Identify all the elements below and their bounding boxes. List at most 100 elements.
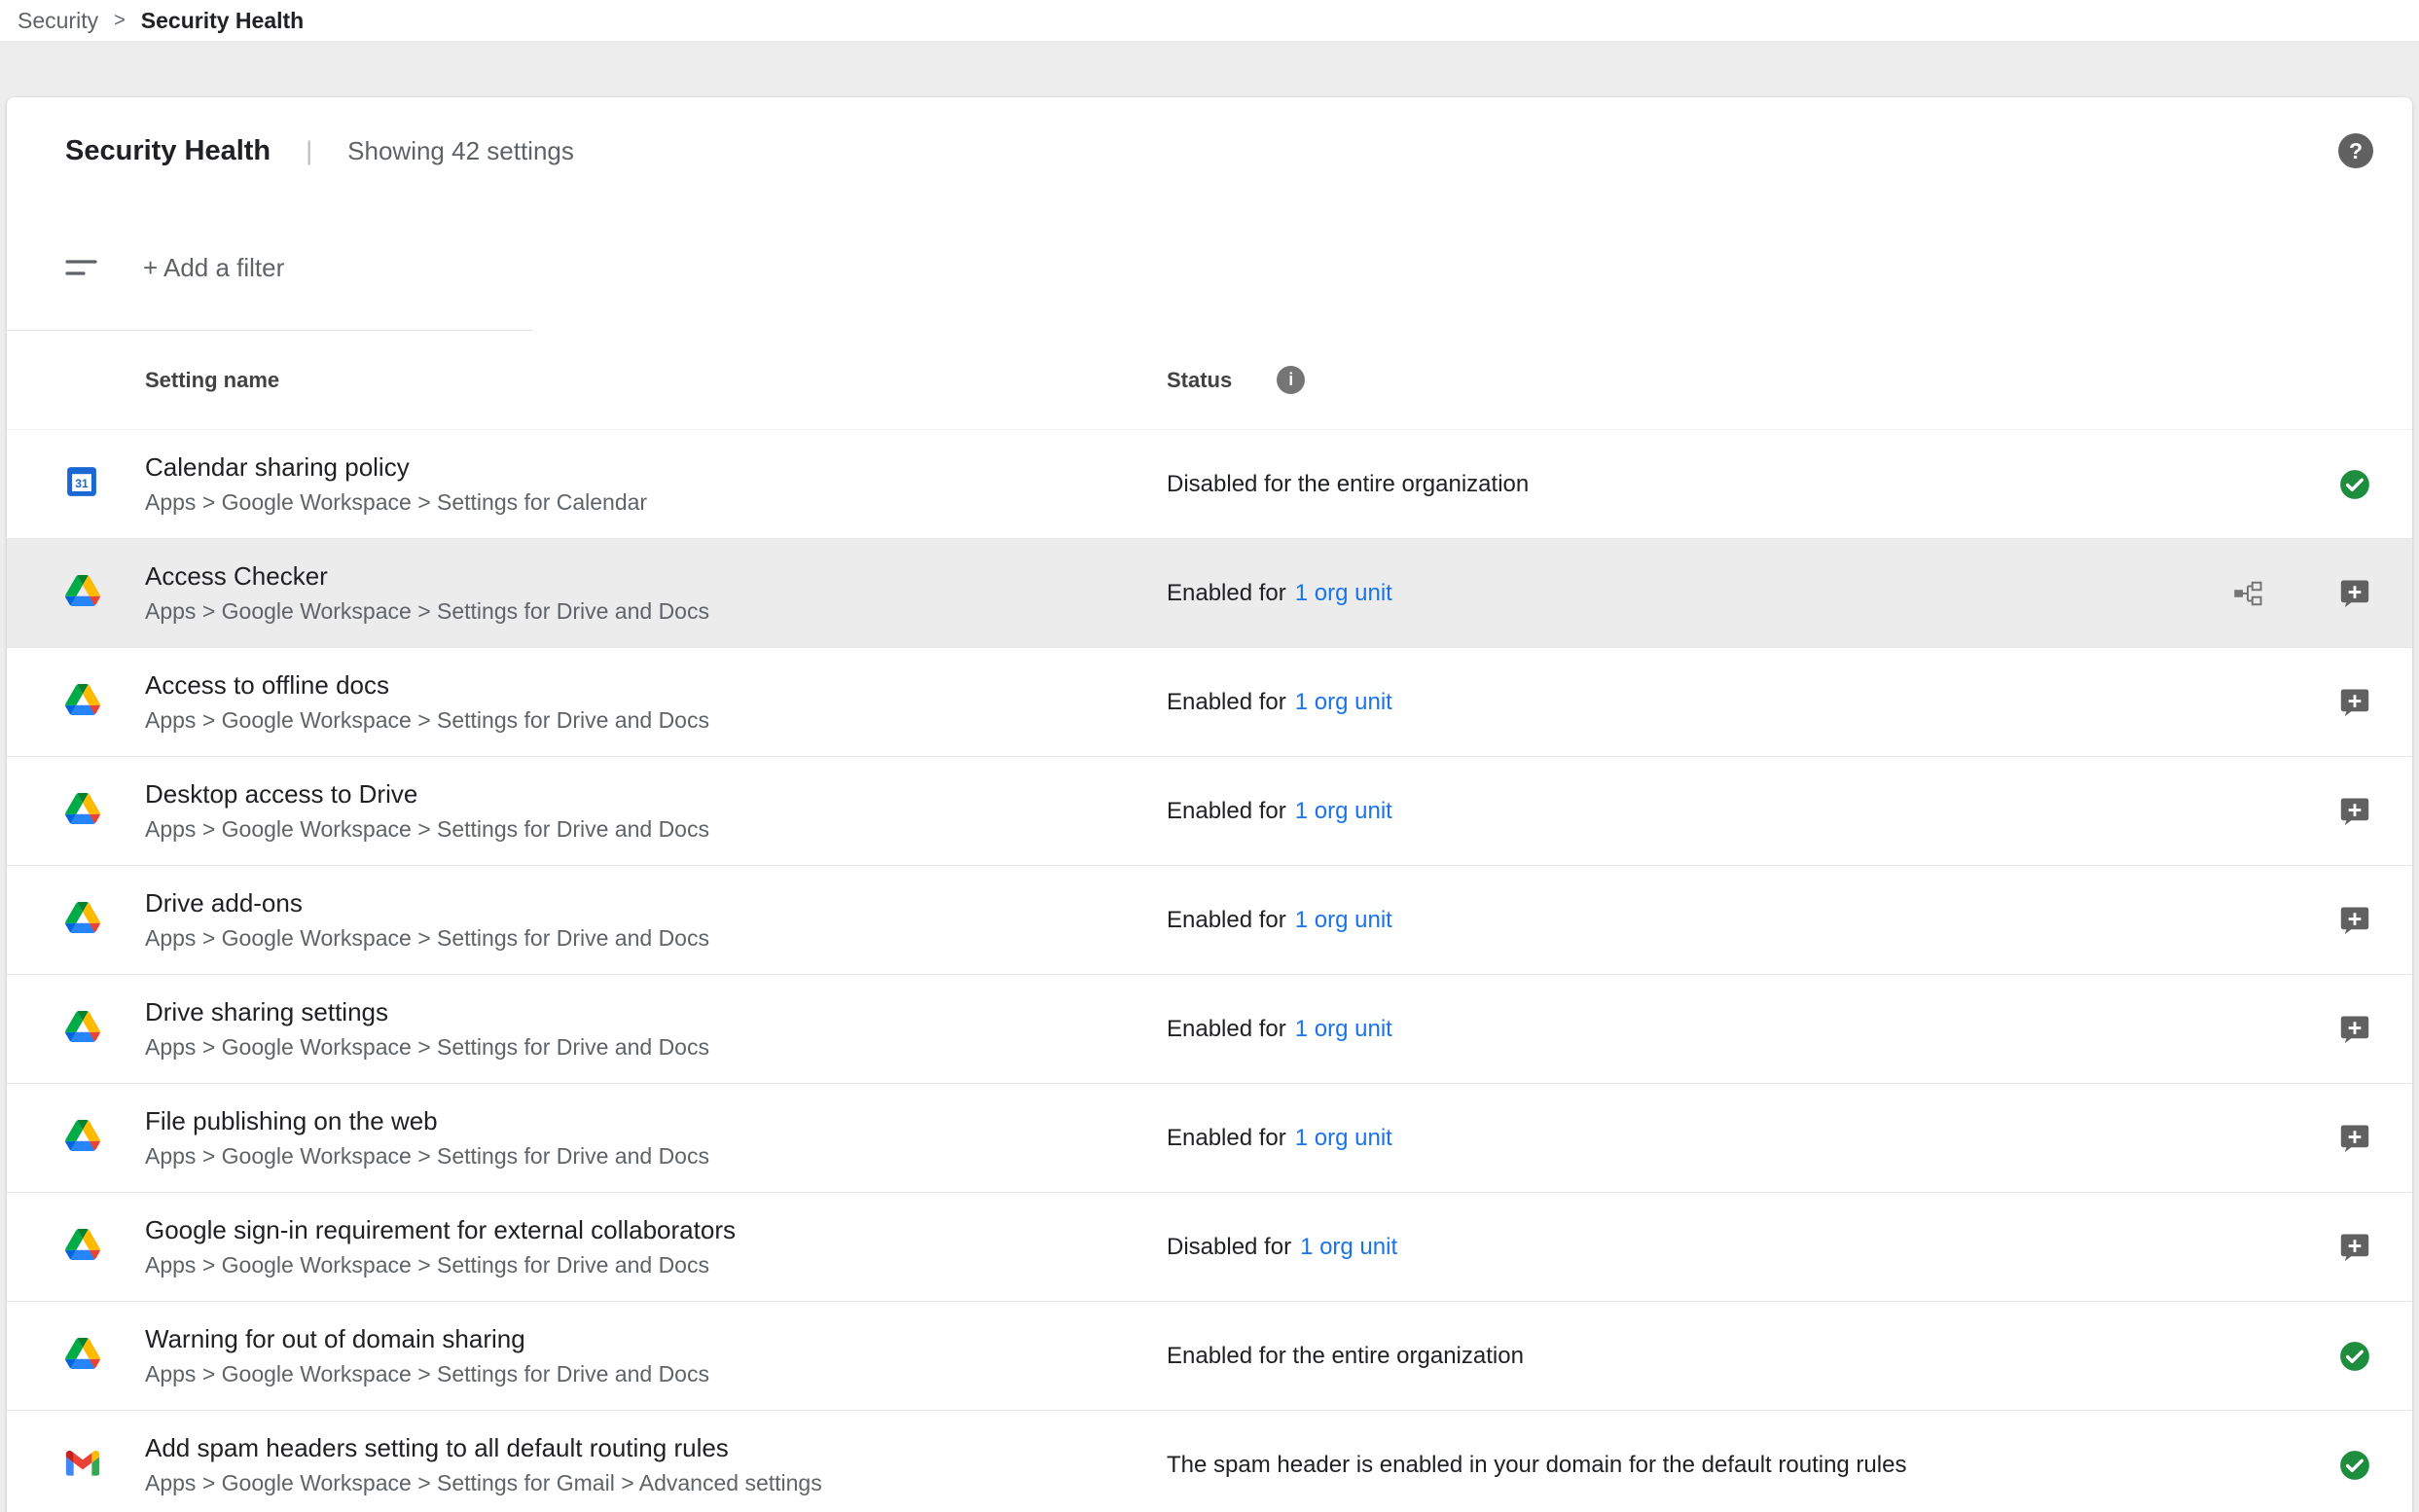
- setting-path: Apps > Google Workspace > Settings for D…: [145, 1252, 1167, 1278]
- setting-app-icon-cell: [7, 902, 145, 938]
- recommendation-icon[interactable]: [2338, 686, 2371, 719]
- trailing-icons: [2338, 1449, 2412, 1482]
- status-cell: Enabled for 1 org unit: [1167, 1016, 2338, 1043]
- table-row[interactable]: Drive sharing settings Apps > Google Wor…: [7, 975, 2412, 1084]
- breadcrumb-separator-icon: >: [114, 10, 126, 32]
- setting-path: Apps > Google Workspace > Settings for G…: [145, 1470, 1167, 1496]
- status-cell: Enabled for 1 org unit: [1167, 1125, 2338, 1152]
- status-cell: Enabled for 1 org unit: [1167, 689, 2338, 716]
- check-circle-icon: [2338, 468, 2371, 501]
- drive-icon: [65, 902, 100, 938]
- security-health-card: Security Health | Showing 42 settings ? …: [7, 97, 2412, 1512]
- setting-title: Warning for out of domain sharing: [145, 1324, 1167, 1354]
- setting-title: Desktop access to Drive: [145, 779, 1167, 810]
- status-text: Enabled for: [1167, 798, 1286, 825]
- status-cell: Enabled for the entire organization: [1167, 1343, 2338, 1370]
- setting-cell: Calendar sharing policy Apps > Google Wo…: [145, 452, 1167, 516]
- status-text: Enabled for: [1167, 580, 1286, 607]
- table-row[interactable]: Drive add-ons Apps > Google Workspace > …: [7, 866, 2412, 975]
- add-filter-button[interactable]: + Add a filter: [143, 253, 284, 283]
- trailing-icons: [2338, 468, 2412, 501]
- breadcrumb: Security > Security Health: [0, 0, 2419, 41]
- filter-divider: [7, 330, 532, 331]
- recommendation-icon[interactable]: [2338, 795, 2371, 828]
- setting-path: Apps > Google Workspace > Settings for D…: [145, 816, 1167, 843]
- setting-cell: Warning for out of domain sharing Apps >…: [145, 1324, 1167, 1387]
- recommendation-icon[interactable]: [2338, 1122, 2371, 1155]
- trailing-icons: [2338, 1340, 2412, 1373]
- setting-title: Access Checker: [145, 561, 1167, 592]
- drive-icon: [65, 1229, 100, 1265]
- setting-app-icon-cell: [7, 1448, 145, 1482]
- status-cell: Disabled for 1 org unit: [1167, 1234, 2338, 1261]
- trailing-icons: [2338, 1122, 2412, 1155]
- setting-cell: Desktop access to Drive Apps > Google Wo…: [145, 779, 1167, 843]
- setting-app-icon-cell: [7, 1338, 145, 1374]
- setting-cell: Drive sharing settings Apps > Google Wor…: [145, 997, 1167, 1061]
- recommendation-icon[interactable]: [2338, 577, 2371, 610]
- filter-bar: + Add a filter: [7, 204, 2412, 331]
- breadcrumb-security[interactable]: Security: [18, 8, 98, 34]
- org-unit-link[interactable]: 1 org unit: [1295, 580, 1392, 607]
- drive-icon: [65, 575, 100, 611]
- svg-text:31: 31: [75, 477, 89, 490]
- status-column-label: Status: [1167, 368, 1232, 393]
- org-unit-link[interactable]: 1 org unit: [1300, 1234, 1397, 1261]
- status-text: Enabled for: [1167, 689, 1286, 716]
- breadcrumb-security-health: Security Health: [141, 8, 304, 34]
- setting-title: Drive sharing settings: [145, 997, 1167, 1027]
- info-icon[interactable]: i: [1277, 366, 1305, 394]
- column-header-status: Status i: [1167, 366, 2412, 394]
- status-text: Enabled for: [1167, 907, 1286, 934]
- org-unit-link[interactable]: 1 org unit: [1295, 1016, 1392, 1043]
- setting-cell: Access to offline docs Apps > Google Wor…: [145, 670, 1167, 734]
- table-row[interactable]: Access Checker Apps > Google Workspace >…: [7, 539, 2412, 648]
- gmail-icon: [65, 1448, 100, 1482]
- setting-app-icon-cell: 31: [7, 465, 145, 503]
- status-cell: The spam header is enabled in your domai…: [1167, 1452, 2338, 1479]
- org-unit-link[interactable]: 1 org unit: [1295, 798, 1392, 825]
- page-title: Security Health: [65, 135, 271, 167]
- drive-icon: [65, 1120, 100, 1156]
- org-unit-link[interactable]: 1 org unit: [1295, 689, 1392, 716]
- trailing-icons: [2338, 904, 2412, 937]
- column-header-setting-name: Setting name: [145, 368, 1167, 393]
- setting-title: File publishing on the web: [145, 1106, 1167, 1136]
- status-text: Disabled for: [1167, 1234, 1291, 1261]
- trailing-icons: [2338, 1013, 2412, 1046]
- setting-title: Drive add-ons: [145, 888, 1167, 918]
- status-text: Enabled for: [1167, 1016, 1286, 1043]
- setting-path: Apps > Google Workspace > Settings for D…: [145, 1034, 1167, 1061]
- recommendation-icon[interactable]: [2338, 1231, 2371, 1264]
- table-row[interactable]: Warning for out of domain sharing Apps >…: [7, 1302, 2412, 1411]
- setting-path: Apps > Google Workspace > Settings for D…: [145, 1361, 1167, 1387]
- trailing-icons: [2338, 1231, 2412, 1264]
- recommendation-icon[interactable]: [2338, 1013, 2371, 1046]
- setting-cell: Google sign-in requirement for external …: [145, 1215, 1167, 1278]
- setting-app-icon-cell: [7, 575, 145, 611]
- setting-path: Apps > Google Workspace > Settings for D…: [145, 707, 1167, 734]
- setting-path: Apps > Google Workspace > Settings for D…: [145, 1143, 1167, 1170]
- setting-cell: Access Checker Apps > Google Workspace >…: [145, 561, 1167, 625]
- setting-app-icon-cell: [7, 1011, 145, 1047]
- status-text: Enabled for: [1167, 1125, 1286, 1152]
- table-row[interactable]: Add spam headers setting to all default …: [7, 1411, 2412, 1512]
- check-circle-icon: [2338, 1340, 2371, 1373]
- setting-cell: Drive add-ons Apps > Google Workspace > …: [145, 888, 1167, 952]
- filter-icon[interactable]: [65, 257, 98, 278]
- table-row[interactable]: Access to offline docs Apps > Google Wor…: [7, 648, 2412, 757]
- table-row[interactable]: File publishing on the web Apps > Google…: [7, 1084, 2412, 1193]
- setting-cell: Add spam headers setting to all default …: [145, 1433, 1167, 1496]
- org-unit-link[interactable]: 1 org unit: [1295, 907, 1392, 934]
- setting-title: Google sign-in requirement for external …: [145, 1215, 1167, 1245]
- table-row[interactable]: 31 Calendar sharing policy Apps > Google…: [7, 430, 2412, 539]
- help-icon[interactable]: ?: [2338, 133, 2373, 168]
- setting-app-icon-cell: [7, 1229, 145, 1265]
- recommendation-icon[interactable]: [2338, 904, 2371, 937]
- table-header: Setting name Status i: [7, 331, 2412, 430]
- trailing-icons: [2338, 686, 2412, 719]
- status-cell: Enabled for 1 org unit: [1167, 580, 2233, 607]
- org-unit-link[interactable]: 1 org unit: [1295, 1125, 1392, 1152]
- table-row[interactable]: Google sign-in requirement for external …: [7, 1193, 2412, 1302]
- table-row[interactable]: Desktop access to Drive Apps > Google Wo…: [7, 757, 2412, 866]
